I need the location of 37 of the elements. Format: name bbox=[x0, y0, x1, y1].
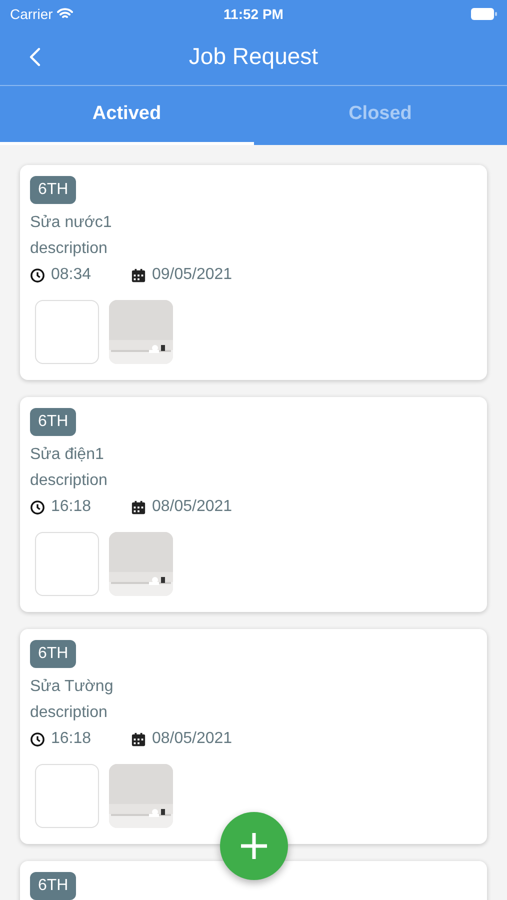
floor-tag: 6TH bbox=[30, 640, 76, 668]
tab[interactable]: Actived bbox=[0, 86, 254, 145]
page-title: Job Request bbox=[188, 42, 318, 72]
floor-tag: 6TH bbox=[30, 872, 76, 900]
image-placeholder[interactable] bbox=[35, 764, 99, 828]
calendar-icon bbox=[131, 268, 146, 282]
job-description: description bbox=[30, 239, 108, 259]
floor-tag: 6TH bbox=[30, 176, 76, 204]
job-title: Sửa Tường bbox=[30, 677, 114, 697]
image-placeholder[interactable] bbox=[35, 532, 99, 596]
image-placeholder[interactable] bbox=[35, 300, 99, 364]
calendar-icon bbox=[131, 732, 146, 746]
calendar-icon bbox=[131, 500, 146, 514]
wifi-icon bbox=[56, 8, 73, 20]
job-time: 16:18 bbox=[51, 497, 92, 517]
clock-icon bbox=[30, 268, 45, 282]
job-date: 08/05/2021 bbox=[152, 497, 232, 517]
job-title: Sửa nước1 bbox=[30, 213, 112, 233]
battery-icon bbox=[471, 8, 497, 20]
floor-tag: 6TH bbox=[30, 408, 76, 436]
job-card[interactable]: 6TH Sửa nước1 description 08:34 09/05/2021 bbox=[20, 165, 487, 380]
job-date: 09/05/2021 bbox=[152, 265, 232, 285]
clock-icon bbox=[30, 732, 45, 746]
carrier-label: Carrier bbox=[10, 4, 53, 24]
job-card[interactable]: 6TH Sửa điện1 description 16:18 08/05/2021 bbox=[20, 397, 487, 612]
job-card[interactable]: 6TH bbox=[20, 861, 487, 900]
job-date: 08/05/2021 bbox=[152, 729, 232, 749]
back-icon[interactable] bbox=[29, 46, 41, 66]
clock-icon bbox=[30, 500, 45, 514]
job-description: description bbox=[30, 703, 108, 723]
clock-time: 11:52 PM bbox=[224, 4, 284, 24]
plus-icon bbox=[239, 831, 269, 861]
job-title: Sửa điện1 bbox=[30, 445, 104, 465]
job-description: description bbox=[30, 471, 108, 491]
job-time: 16:18 bbox=[51, 729, 92, 749]
job-time: 08:34 bbox=[51, 265, 92, 285]
job-card[interactable]: 6TH Sửa Tường description 16:18 08/05/2021 bbox=[20, 629, 487, 844]
